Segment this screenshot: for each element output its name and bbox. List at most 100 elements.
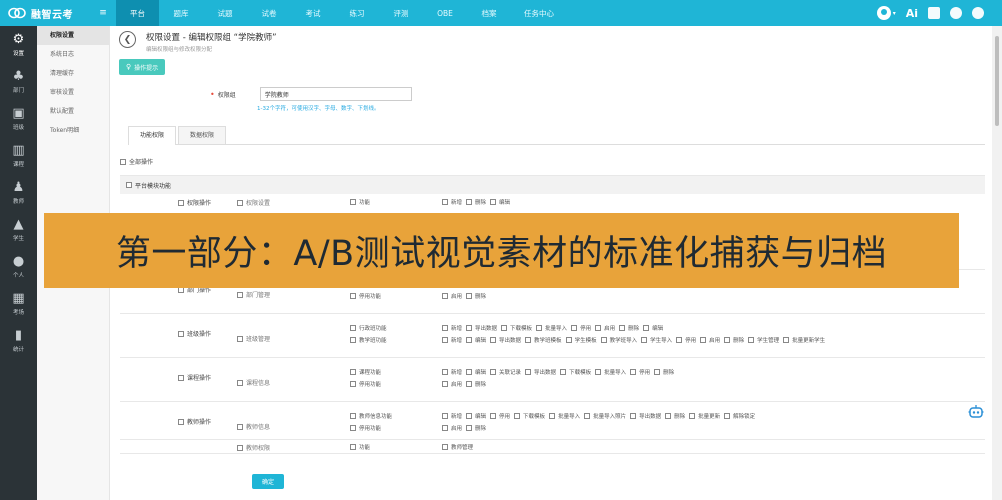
- permission-option[interactable]: 编辑: [466, 336, 486, 344]
- permission-option[interactable]: 教师信息功能: [350, 412, 392, 420]
- avatar[interactable]: [876, 6, 891, 20]
- permission-option[interactable]: 下载模板: [501, 324, 532, 332]
- nav-item-1[interactable]: 题库: [159, 0, 203, 26]
- permission-subgroup[interactable]: 班级管理: [237, 334, 270, 343]
- permission-option[interactable]: 停用: [490, 412, 510, 420]
- permission-option[interactable]: 编辑: [466, 412, 486, 420]
- subgroup-checkbox[interactable]: [237, 199, 243, 206]
- permission-option[interactable]: 导出数据: [490, 336, 521, 344]
- option-checkbox[interactable]: [630, 369, 637, 375]
- permission-option[interactable]: 学生模板: [565, 336, 597, 344]
- option-checkbox[interactable]: [676, 337, 683, 343]
- rail-item-2[interactable]: ▣ 班级: [0, 100, 37, 137]
- option-checkbox[interactable]: [442, 337, 448, 343]
- option-checkbox[interactable]: [560, 369, 567, 375]
- option-checkbox[interactable]: [350, 413, 356, 419]
- robot-assistant-icon[interactable]: [968, 404, 984, 419]
- option-checkbox[interactable]: [584, 413, 591, 419]
- option-checkbox[interactable]: [442, 444, 448, 450]
- permission-option[interactable]: 批量导入照片: [584, 412, 626, 420]
- option-checkbox[interactable]: [466, 325, 473, 331]
- rail-item-0[interactable]: ⚙ 设置: [0, 26, 37, 63]
- permission-option[interactable]: 下载模板: [514, 412, 545, 420]
- option-checkbox[interactable]: [350, 199, 356, 205]
- option-checkbox[interactable]: [724, 337, 731, 343]
- rail-item-8[interactable]: ▮ 统计: [0, 322, 37, 359]
- permission-group[interactable]: 教师操作: [178, 417, 211, 426]
- permission-option[interactable]: 教学班导入: [600, 336, 637, 344]
- group-checkbox[interactable]: [178, 199, 184, 206]
- permission-option[interactable]: 删除: [619, 324, 639, 332]
- permission-option[interactable]: 停用功能: [350, 292, 381, 300]
- permission-option[interactable]: 导出数据: [466, 324, 497, 332]
- option-checkbox[interactable]: [783, 337, 790, 343]
- permission-option[interactable]: 功能: [350, 198, 370, 206]
- option-checkbox[interactable]: [595, 325, 602, 331]
- rail-item-4[interactable]: ♟ 教师: [0, 174, 37, 211]
- permission-option[interactable]: 导出数据: [525, 368, 556, 376]
- permission-option[interactable]: 导出数据: [630, 412, 661, 420]
- group-checkbox[interactable]: [178, 374, 184, 381]
- nav-item-3[interactable]: 试卷: [247, 0, 291, 26]
- subnav-item-3[interactable]: 审核设置: [37, 83, 109, 102]
- option-checkbox[interactable]: [442, 381, 448, 387]
- permission-option[interactable]: 删除: [466, 292, 486, 300]
- permission-option[interactable]: 停用: [630, 368, 650, 376]
- option-checkbox[interactable]: [595, 369, 602, 375]
- group-checkbox[interactable]: [178, 330, 184, 337]
- rail-item-3[interactable]: ▥ 课程: [0, 137, 37, 174]
- option-checkbox[interactable]: [350, 444, 356, 450]
- option-checkbox[interactable]: [549, 413, 556, 419]
- option-checkbox[interactable]: [689, 413, 696, 419]
- settings-icon[interactable]: [972, 7, 984, 19]
- permission-subgroup[interactable]: 教师信息: [237, 422, 270, 431]
- option-checkbox[interactable]: [350, 293, 356, 299]
- rail-item-6[interactable]: ● 个人: [0, 248, 37, 285]
- option-checkbox[interactable]: [350, 425, 356, 431]
- option-checkbox[interactable]: [350, 381, 356, 387]
- subgroup-checkbox[interactable]: [237, 444, 243, 451]
- subgroup-checkbox[interactable]: [237, 379, 243, 386]
- permission-subgroup[interactable]: 权限设置: [237, 198, 270, 207]
- option-checkbox[interactable]: [654, 369, 661, 375]
- permission-option[interactable]: 编辑: [490, 198, 510, 206]
- nav-item-5[interactable]: 练习: [335, 0, 379, 26]
- permission-option[interactable]: 新增: [442, 412, 462, 420]
- select-all-row[interactable]: 全部操作: [120, 157, 153, 166]
- option-checkbox[interactable]: [536, 325, 543, 331]
- ai-assistant-button[interactable]: Ai: [906, 7, 918, 20]
- subgroup-checkbox[interactable]: [237, 335, 243, 342]
- tab-function-permissions[interactable]: 功能权限: [128, 126, 177, 145]
- option-checkbox[interactable]: [619, 325, 626, 331]
- permission-option[interactable]: 批量更新: [689, 412, 720, 420]
- permission-group[interactable]: 权限操作: [178, 198, 211, 207]
- option-checkbox[interactable]: [630, 413, 637, 419]
- permission-option[interactable]: 编辑: [643, 324, 663, 332]
- permission-option[interactable]: 编辑: [466, 368, 486, 376]
- back-button[interactable]: ❮: [119, 31, 136, 48]
- permission-group[interactable]: 课程操作: [178, 373, 211, 382]
- permission-option[interactable]: 删除: [724, 336, 744, 344]
- subnav-item-1[interactable]: 系统日志: [37, 45, 109, 64]
- permission-option[interactable]: 功能: [350, 443, 370, 451]
- subgroup-checkbox[interactable]: [237, 291, 243, 298]
- permission-option[interactable]: 启用: [442, 380, 462, 388]
- option-checkbox[interactable]: [466, 381, 473, 387]
- palette-icon[interactable]: [950, 7, 962, 19]
- permission-option[interactable]: 关联记录: [490, 368, 521, 376]
- permission-option[interactable]: 学生导入: [641, 336, 672, 344]
- permission-option[interactable]: 停用: [571, 324, 591, 332]
- option-checkbox[interactable]: [490, 369, 497, 375]
- permission-option[interactable]: 行政班功能: [350, 324, 387, 332]
- tips-button[interactable]: ♀ 操作提示: [119, 59, 166, 75]
- option-checkbox[interactable]: [571, 325, 578, 331]
- page-scrollbar[interactable]: [992, 26, 1002, 500]
- option-checkbox[interactable]: [466, 425, 473, 431]
- chevron-down-icon[interactable]: ▾: [893, 10, 896, 17]
- option-checkbox[interactable]: [490, 413, 497, 419]
- option-checkbox[interactable]: [350, 337, 356, 343]
- permission-option[interactable]: 停用功能: [350, 380, 381, 388]
- permission-option[interactable]: 批量导入: [549, 412, 580, 420]
- option-checkbox[interactable]: [442, 425, 448, 431]
- menu-toggle-icon[interactable]: ≡: [96, 8, 110, 18]
